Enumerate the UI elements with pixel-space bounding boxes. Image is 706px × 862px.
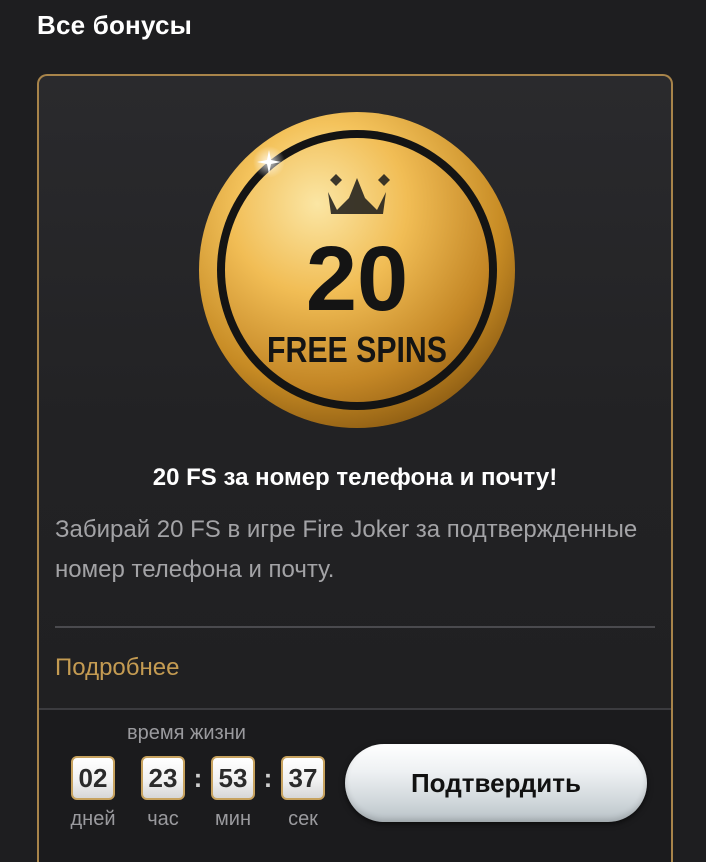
page-title: Все бонусы	[37, 10, 193, 40]
timer-separator: :	[263, 762, 273, 793]
timer-hours-value: 23	[141, 756, 185, 800]
bonus-title: 20 FS за номер телефона и почту!	[152, 464, 558, 491]
timer-separator: :	[193, 762, 203, 793]
bonus-card-footer: время жизни 02 дней 23 час : 53 мин : 37…	[39, 708, 671, 862]
bonus-description: Забирай 20 FS в игре Fire Joker за подтв…	[55, 516, 638, 583]
timer-minutes-label: мин	[215, 808, 251, 830]
timer-days-value: 02	[71, 756, 115, 800]
timer-days: 02 дней	[69, 756, 117, 831]
timer-seconds-value: 37	[281, 756, 325, 800]
bonus-card: 20 FREE SPINS 20 FS за номер телефона и …	[37, 74, 673, 862]
timer-days-label: дней	[70, 808, 116, 830]
divider	[55, 626, 655, 628]
bonuses-page: Все бонусы 20 FREE SPINS 20 FS за номер …	[0, 0, 706, 862]
countdown-timer: 02 дней 23 час : 53 мин : 37 сек	[69, 756, 327, 831]
coin-graphic: 20 FREE SPINS	[199, 112, 515, 428]
more-details-link[interactable]: Подробнее	[55, 654, 179, 682]
timer-hours: 23 час	[139, 756, 187, 831]
coin-label: FREE SPINS	[267, 329, 447, 370]
timer-minutes: 53 мин	[209, 756, 257, 831]
timer-seconds-label: сек	[288, 808, 318, 830]
sparkle-icon	[253, 146, 285, 178]
coin-amount: 20	[306, 228, 408, 330]
bonus-coin-image: 20 FREE SPINS	[197, 110, 517, 430]
timer-minutes-value: 53	[211, 756, 255, 800]
timer-caption: время жизни	[127, 722, 246, 744]
timer-hours-label: час	[147, 808, 179, 830]
confirm-button[interactable]: Подтвердить	[345, 744, 647, 822]
timer-seconds: 37 сек	[279, 756, 327, 831]
